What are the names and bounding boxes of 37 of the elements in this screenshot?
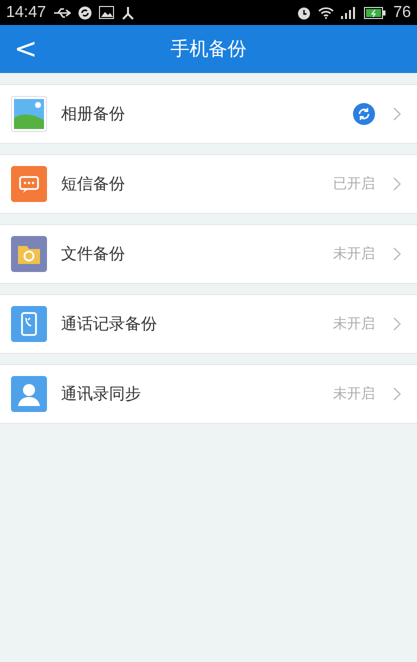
status-text: 未开启: [333, 245, 375, 263]
folder-icon: [11, 236, 47, 272]
battery-percent: 76: [393, 4, 411, 22]
backup-row[interactable]: 通讯录同步 未开启: [0, 364, 417, 424]
battery-icon: [364, 6, 386, 18]
chevron-icon: [393, 317, 401, 331]
chevron-icon: [393, 387, 401, 401]
status-text: 未开启: [333, 315, 375, 333]
usb-icon: [53, 6, 72, 18]
backup-row[interactable]: 文件备份 未开启: [0, 224, 417, 284]
page-title: 手机备份: [170, 37, 246, 62]
sync-icon: [78, 6, 92, 20]
image-icon: [99, 6, 114, 19]
row-label: 文件备份: [61, 244, 126, 264]
backup-row[interactable]: 相册备份: [0, 84, 417, 144]
wifi-icon: [318, 6, 334, 19]
row-label: 通讯录同步: [61, 384, 142, 404]
chevron-icon: [393, 177, 401, 191]
person-icon: [11, 376, 47, 412]
clock-time: 14:47: [6, 4, 46, 22]
row-label: 通话记录备份: [61, 314, 158, 334]
sync-icon: [353, 103, 375, 125]
chevron-icon: [393, 247, 401, 261]
back-button[interactable]: <: [8, 33, 44, 65]
chevron-icon: [393, 107, 401, 121]
signal-icon: [341, 6, 358, 18]
fork-icon: [121, 6, 136, 20]
backup-row[interactable]: 通话记录备份 未开启: [0, 294, 417, 354]
status-text: 未开启: [333, 385, 375, 403]
alarm-icon: [297, 6, 312, 20]
phone-icon: [11, 306, 47, 342]
row-label: 短信备份: [61, 174, 126, 194]
picture-icon: [11, 96, 47, 132]
row-label: 相册备份: [61, 104, 126, 124]
message-icon: [11, 166, 47, 202]
backup-row[interactable]: 短信备份 已开启: [0, 154, 417, 214]
status-text: 已开启: [333, 175, 375, 193]
